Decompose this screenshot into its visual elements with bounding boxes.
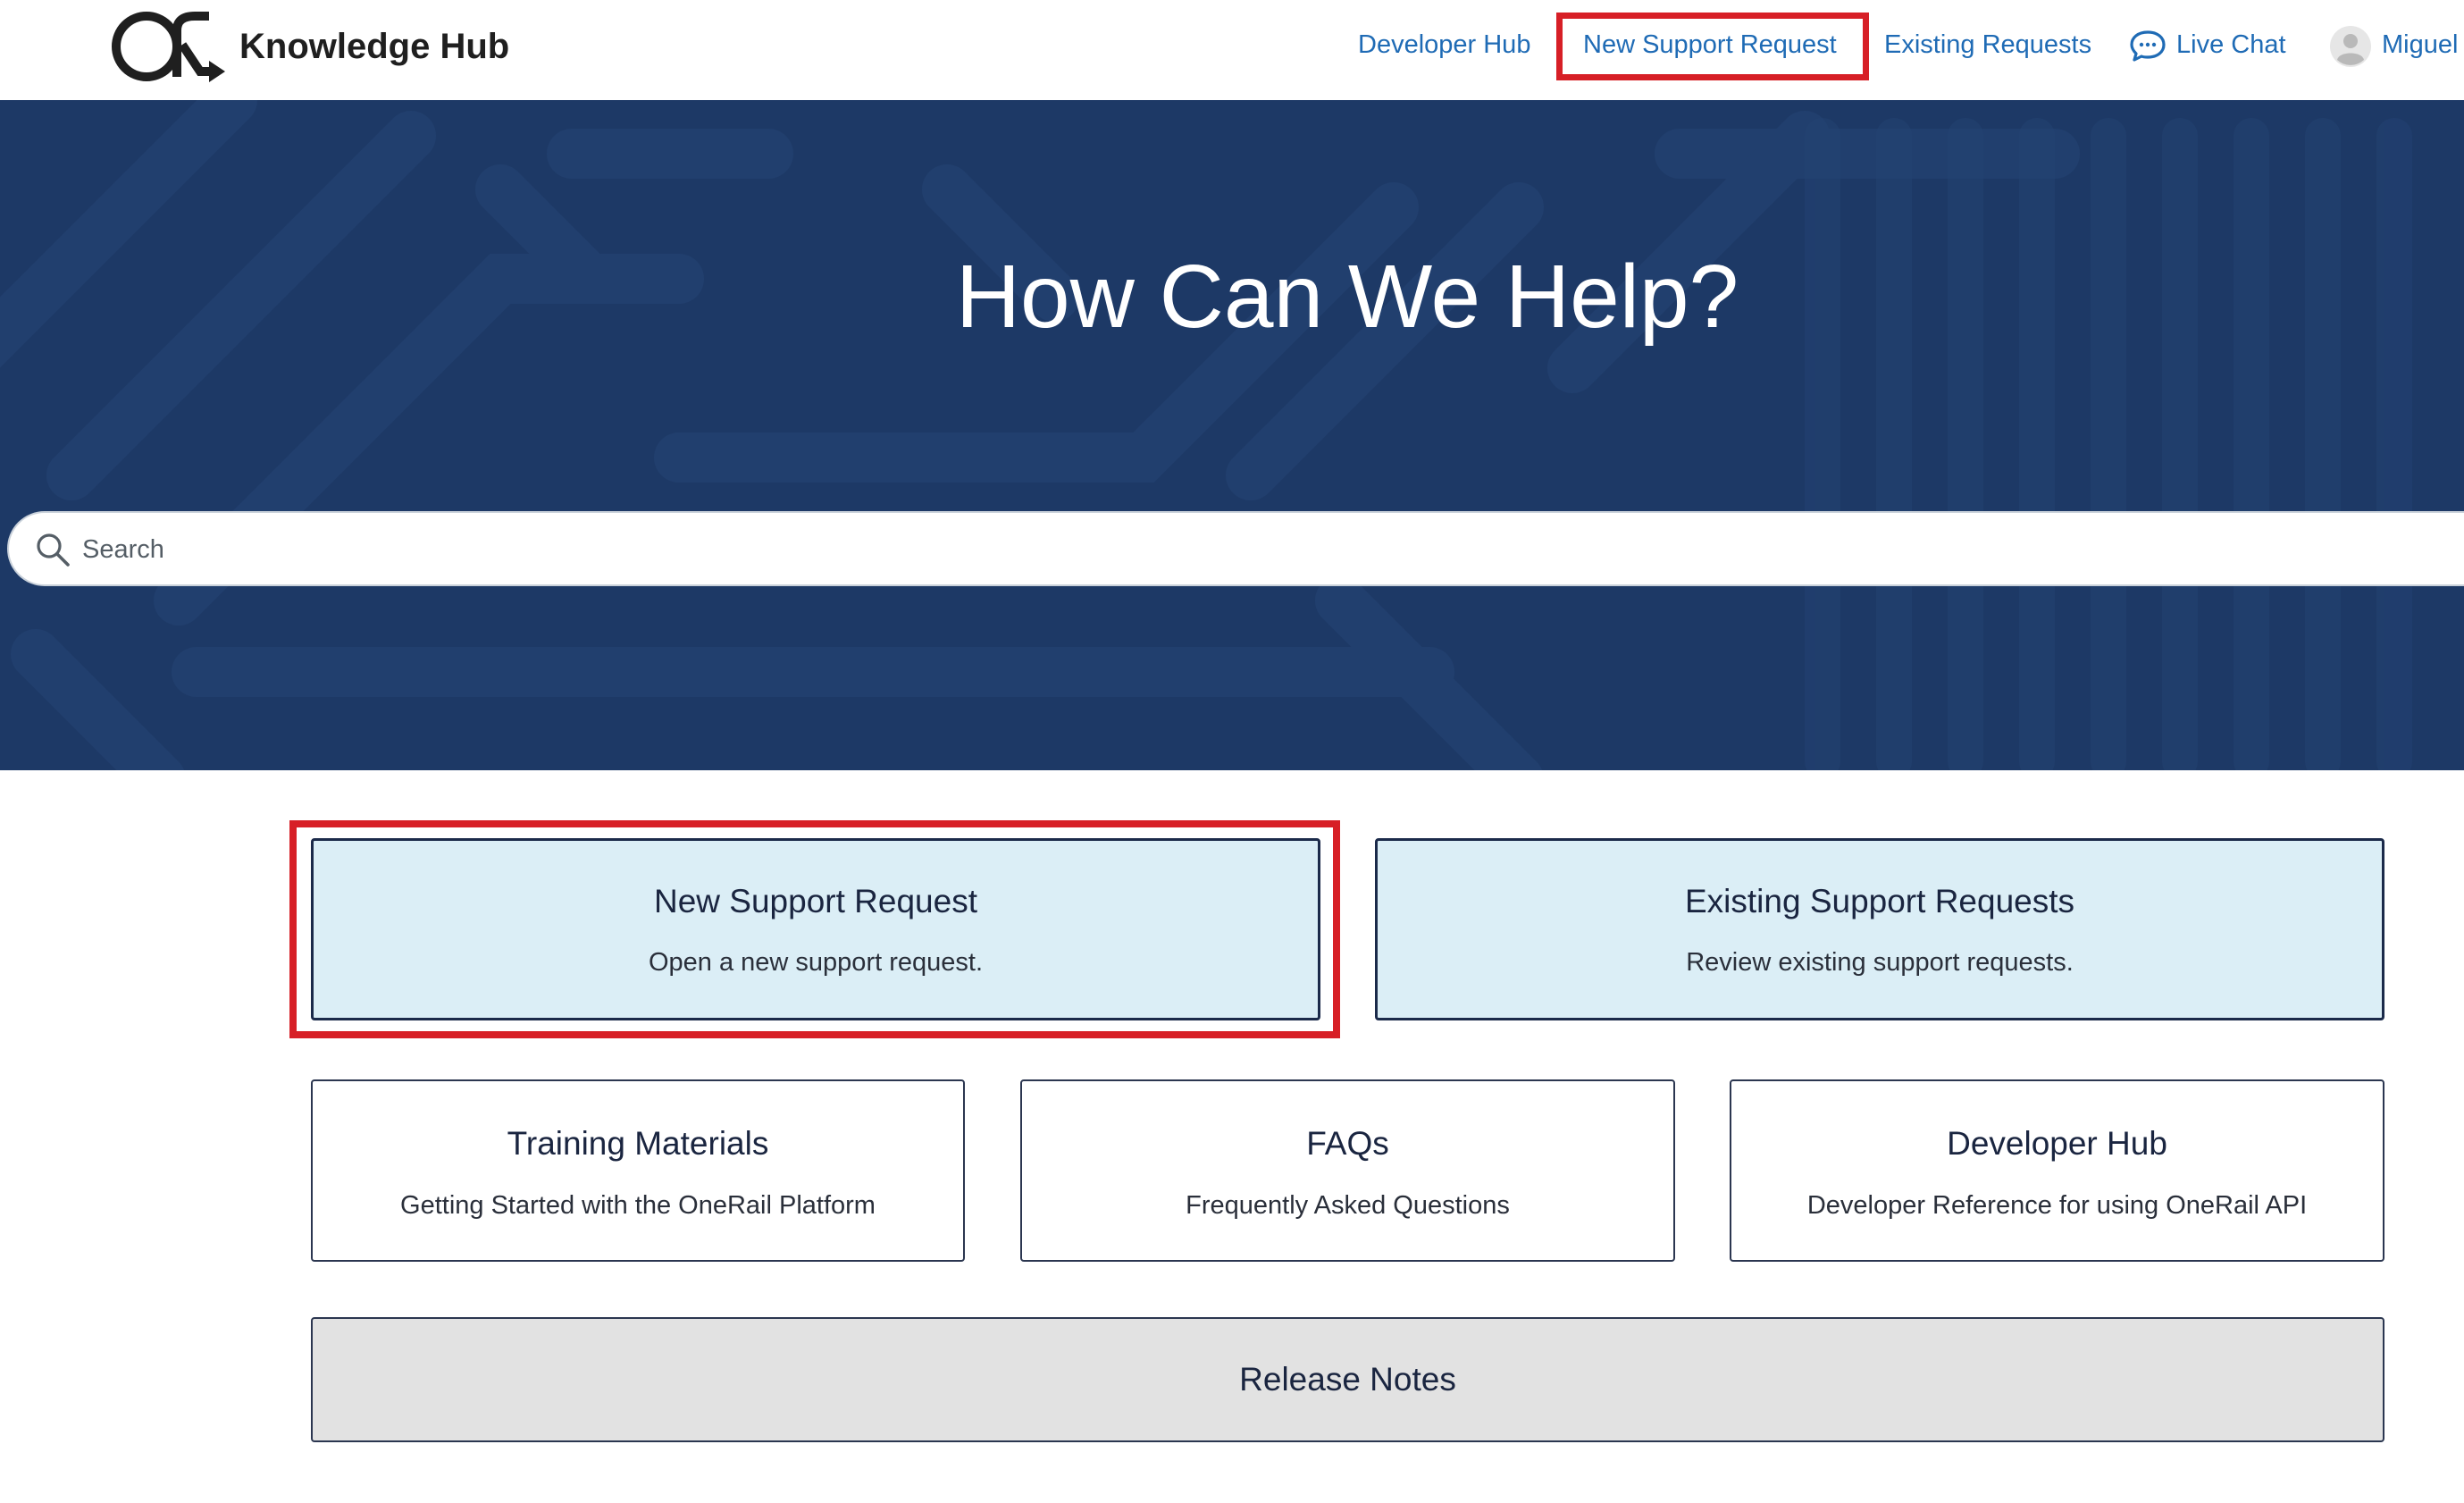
user-avatar-icon[interactable] bbox=[2330, 26, 2371, 67]
nav-live-chat[interactable]: Live Chat bbox=[2176, 27, 2286, 63]
nav-developer-hub[interactable]: Developer Hub bbox=[1358, 27, 1530, 63]
card-description: Getting Started with the OneRail Platfor… bbox=[400, 1191, 876, 1220]
hero-banner: How Can We Help? bbox=[0, 100, 2464, 770]
card-description: Developer Reference for using OneRail AP… bbox=[1806, 1191, 2308, 1220]
nav-user-name[interactable]: Miguel bbox=[2382, 27, 2458, 63]
card-title: FAQs bbox=[1306, 1125, 1389, 1162]
card-title: Release Notes bbox=[1239, 1361, 1456, 1398]
training-materials-card[interactable]: Training Materials Getting Started with … bbox=[311, 1079, 965, 1262]
card-title: Training Materials bbox=[507, 1125, 769, 1162]
existing-support-requests-card[interactable]: Existing Support Requests Review existin… bbox=[1375, 838, 2384, 1020]
release-notes-card[interactable]: Release Notes bbox=[311, 1317, 2384, 1442]
chat-bubble-icon[interactable] bbox=[2130, 29, 2166, 63]
card-description: Frequently Asked Questions bbox=[1186, 1191, 1510, 1220]
brand-title[interactable]: Knowledge Hub bbox=[239, 25, 509, 68]
card-title: Existing Support Requests bbox=[1684, 883, 2074, 919]
card-title: Developer Hub bbox=[1947, 1125, 2167, 1162]
onerail-logo-icon[interactable] bbox=[95, 9, 227, 84]
card-description: Review existing support requests. bbox=[1686, 948, 2074, 977]
developer-hub-card[interactable]: Developer Hub Developer Reference for us… bbox=[1730, 1079, 2384, 1262]
card-description: Open a new support request. bbox=[648, 948, 983, 977]
nav-existing-requests[interactable]: Existing Requests bbox=[1884, 27, 2091, 63]
top-header: Knowledge Hub Developer Hub New Support … bbox=[0, 0, 2464, 100]
circuit-pattern-background bbox=[0, 100, 2464, 770]
new-support-request-card[interactable]: New Support Request Open a new support r… bbox=[311, 838, 1320, 1020]
card-title: New Support Request bbox=[654, 883, 977, 919]
search-input[interactable] bbox=[80, 527, 2403, 572]
search-icon bbox=[37, 533, 70, 567]
hero-title: How Can We Help? bbox=[955, 247, 1739, 347]
faqs-card[interactable]: FAQs Frequently Asked Questions bbox=[1020, 1079, 1675, 1262]
nav-highlight-box bbox=[1556, 13, 1869, 80]
search-bar[interactable] bbox=[7, 511, 2464, 586]
